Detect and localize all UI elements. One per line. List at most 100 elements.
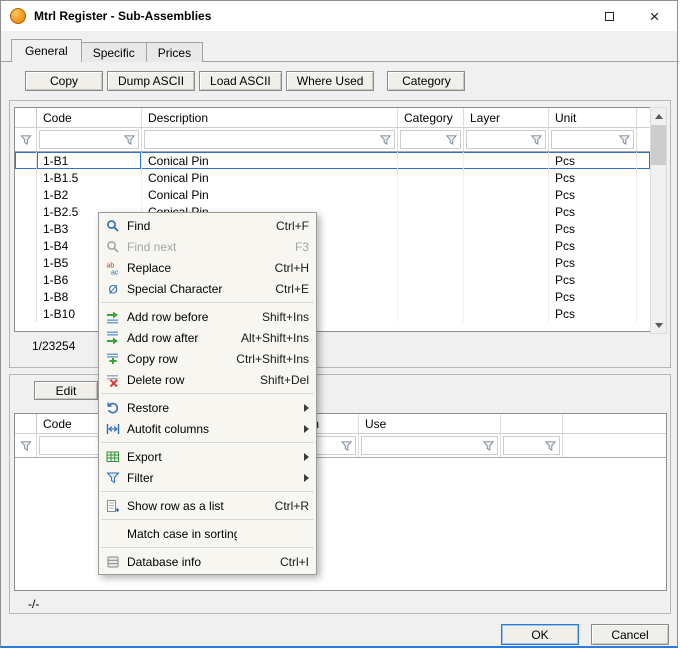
- filter-field[interactable]: [144, 130, 395, 149]
- general-tab[interactable]: General: [11, 39, 82, 62]
- where-used-button[interactable]: Where Used: [286, 71, 375, 91]
- prices-tab[interactable]: Prices: [146, 42, 203, 62]
- filter-cell[interactable]: [37, 128, 142, 151]
- row-selector[interactable]: [15, 288, 37, 305]
- restore-menu-item[interactable]: Restore: [99, 397, 316, 418]
- row-selector[interactable]: [15, 220, 37, 237]
- delete-row-menu-item[interactable]: Delete row Shift+Del: [99, 369, 316, 390]
- scroll-up-button[interactable]: [651, 108, 666, 124]
- filter-cell[interactable]: [464, 128, 549, 151]
- copy-row-menu-item[interactable]: Copy row Ctrl+Shift+Ins: [99, 348, 316, 369]
- row-selector[interactable]: [15, 305, 37, 322]
- table-row[interactable]: 1-B2 Conical Pin Pcs: [15, 186, 650, 203]
- use-column-header[interactable]: Use: [359, 414, 501, 433]
- vertical-scrollbar[interactable]: [650, 107, 667, 334]
- filter-field[interactable]: [361, 436, 498, 455]
- edit-button[interactable]: Edit: [34, 381, 98, 400]
- cell-category[interactable]: [398, 169, 464, 186]
- cell-unit[interactable]: Pcs: [549, 169, 637, 186]
- filter-funnel-icon[interactable]: [17, 437, 34, 454]
- cell-unit[interactable]: Pcs: [549, 288, 637, 305]
- cell-layer[interactable]: [464, 203, 549, 220]
- cell-category[interactable]: [398, 152, 464, 169]
- unit-column-header[interactable]: Unit: [549, 108, 637, 127]
- replace-menu-item[interactable]: Replace Ctrl+H: [99, 257, 316, 278]
- copy-button[interactable]: Copy: [25, 71, 103, 91]
- cell-category[interactable]: [398, 305, 464, 322]
- show-row-as-a-list-menu-item[interactable]: Show row as a list Ctrl+R: [99, 495, 316, 516]
- filter-cell[interactable]: [398, 128, 464, 151]
- row-selector[interactable]: [15, 152, 37, 169]
- ok-button[interactable]: OK: [501, 624, 579, 645]
- category-button[interactable]: Category: [387, 71, 465, 91]
- cell-layer[interactable]: [464, 220, 549, 237]
- cell-layer[interactable]: [464, 288, 549, 305]
- cell-unit[interactable]: Pcs: [549, 271, 637, 288]
- filter-cell[interactable]: [501, 434, 563, 457]
- row-selector[interactable]: [15, 203, 37, 220]
- cell-layer[interactable]: [464, 169, 549, 186]
- filter-funnel-icon[interactable]: [377, 131, 394, 148]
- filter-funnel-icon[interactable]: [542, 437, 559, 454]
- cell-layer[interactable]: [464, 271, 549, 288]
- filter-funnel-icon[interactable]: [443, 131, 460, 148]
- table-row[interactable]: 1-B1.5 Conical Pin Pcs: [15, 169, 650, 186]
- dump-ascii-button[interactable]: Dump ASCII: [107, 71, 195, 91]
- cell-code[interactable]: 1-B1: [37, 152, 142, 169]
- cell-layer[interactable]: [464, 305, 549, 322]
- load-ascii-button[interactable]: Load ASCII: [199, 71, 282, 91]
- cell-layer[interactable]: [464, 186, 549, 203]
- cell-category[interactable]: [398, 254, 464, 271]
- cell-category[interactable]: [398, 271, 464, 288]
- export-menu-item[interactable]: Export: [99, 446, 316, 467]
- cell-unit[interactable]: Pcs: [549, 237, 637, 254]
- code-column-header[interactable]: Code: [37, 108, 142, 127]
- filter-funnel-icon[interactable]: [121, 131, 138, 148]
- cell-layer[interactable]: [464, 254, 549, 271]
- filter-funnel-icon[interactable]: [338, 437, 355, 454]
- filter-menu-item[interactable]: Filter: [99, 467, 316, 488]
- cell-unit[interactable]: Pcs: [549, 152, 637, 169]
- filter-cell[interactable]: [549, 128, 637, 151]
- scrollbar-thumb[interactable]: [651, 125, 666, 165]
- filter-cell-gutter[interactable]: [15, 128, 37, 151]
- row-selector[interactable]: [15, 254, 37, 271]
- cell-code[interactable]: 1-B2: [37, 186, 142, 203]
- cell-category[interactable]: [398, 186, 464, 203]
- cell-description[interactable]: Conical Pin: [142, 152, 398, 169]
- specific-tab[interactable]: Specific: [81, 42, 147, 62]
- filter-cell[interactable]: [142, 128, 398, 151]
- cell-layer[interactable]: [464, 237, 549, 254]
- close-button[interactable]: [632, 1, 677, 31]
- filter-cell-gutter[interactable]: [15, 434, 37, 457]
- filter-funnel-icon[interactable]: [616, 131, 633, 148]
- filter-funnel-icon[interactable]: [528, 131, 545, 148]
- cell-layer[interactable]: [464, 152, 549, 169]
- filter-funnel-icon[interactable]: [17, 131, 34, 148]
- cell-unit[interactable]: Pcs: [549, 220, 637, 237]
- add-row-before-menu-item[interactable]: Add row before Shift+Ins: [99, 306, 316, 327]
- cell-unit[interactable]: Pcs: [549, 305, 637, 322]
- row-selector[interactable]: [15, 237, 37, 254]
- add-row-after-menu-item[interactable]: Add row after Alt+Shift+Ins: [99, 327, 316, 348]
- maximize-button[interactable]: [587, 1, 632, 31]
- autofit-columns-menu-item[interactable]: Autofit columns: [99, 418, 316, 439]
- cell-unit[interactable]: Pcs: [549, 203, 637, 220]
- description-column-header[interactable]: Description: [142, 108, 398, 127]
- cell-code[interactable]: 1-B1.5: [37, 169, 142, 186]
- cell-unit[interactable]: Pcs: [549, 254, 637, 271]
- cell-category[interactable]: [398, 220, 464, 237]
- special-character-menu-item[interactable]: Special Character Ctrl+E: [99, 278, 316, 299]
- cell-unit[interactable]: Pcs: [549, 186, 637, 203]
- cell-category[interactable]: [398, 237, 464, 254]
- layer-column-header[interactable]: Layer: [464, 108, 549, 127]
- match-case-in-sorting-menu-item[interactable]: Match case in sorting: [99, 523, 316, 544]
- row-selector[interactable]: [15, 271, 37, 288]
- filter-funnel-icon[interactable]: [480, 437, 497, 454]
- cell-category[interactable]: [398, 288, 464, 305]
- scroll-down-button[interactable]: [651, 317, 666, 333]
- row-selector[interactable]: [15, 169, 37, 186]
- cell-description[interactable]: Conical Pin: [142, 186, 398, 203]
- find-menu-item[interactable]: Find Ctrl+F: [99, 215, 316, 236]
- blank-column-header[interactable]: [501, 414, 563, 433]
